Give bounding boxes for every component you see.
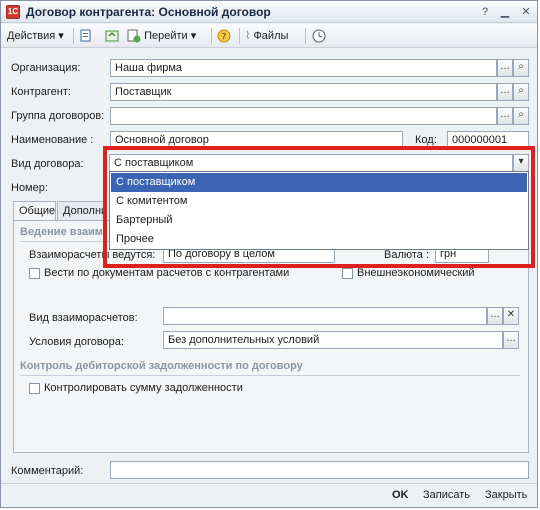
settlements-section-title: Ведение взаим: [20, 226, 103, 238]
comment-label: Комментарий:: [11, 465, 84, 477]
help-icon[interactable]: ?: [217, 28, 231, 44]
footer-bar: OK Записать Закрыть: [1, 483, 537, 507]
group-label: Группа договоров:: [11, 110, 105, 122]
toolbar: Действия ▾ Перейти ▾ ? ⌇ Файлы: [1, 24, 537, 48]
number-label: Номер:: [11, 182, 48, 194]
dropdown-arrow-icon: ▾: [190, 30, 197, 42]
code-label: Код:: [415, 134, 437, 146]
foreign-checkbox[interactable]: [342, 268, 353, 279]
section-divider: [20, 375, 520, 376]
group-select-button[interactable]: …: [497, 107, 513, 125]
contractor-label: Контрагент:: [11, 86, 71, 98]
highlight-frame: [103, 146, 535, 268]
paperclip-icon: ⌇: [245, 30, 251, 42]
settlement-type-field[interactable]: [163, 307, 487, 325]
close-icon[interactable]: ✕: [518, 5, 534, 19]
org-label: Организация:: [11, 62, 81, 74]
group-field[interactable]: [110, 107, 497, 125]
conditions-label: Условия договора:: [29, 336, 124, 348]
close-button[interactable]: Закрыть: [485, 489, 527, 501]
title-bar: 1С Договор контрагента: Основной договор…: [1, 1, 537, 23]
control-debt-checkbox[interactable]: [29, 383, 40, 394]
files-button[interactable]: ⌇ Файлы: [245, 28, 288, 44]
settlement-type-label: Вид взаиморасчетов:: [29, 312, 138, 324]
separator: [239, 28, 240, 44]
contractor-field[interactable]: Поставщик: [110, 83, 497, 101]
debt-section-title: Контроль дебиторской задолженности по до…: [20, 360, 303, 372]
actions-label: Действия: [7, 30, 56, 42]
actions-menu[interactable]: Действия ▾: [7, 28, 64, 44]
help-title-icon[interactable]: ?: [477, 5, 493, 19]
ok-button[interactable]: OK: [392, 489, 409, 501]
clock-icon[interactable]: [312, 28, 326, 44]
org-search-icon[interactable]: ⌕: [513, 59, 529, 77]
name-label: Наименование :: [11, 134, 94, 146]
conditions-field[interactable]: Без дополнительных условий: [163, 331, 503, 349]
save-button[interactable]: Записать: [423, 489, 470, 501]
foreign-label: Внешнеэкономический: [357, 267, 475, 279]
type-label: Вид договора:: [11, 158, 84, 170]
separator: [211, 28, 212, 44]
org-select-button[interactable]: …: [497, 59, 513, 77]
settlement-type-clear-icon[interactable]: ✕: [503, 307, 519, 325]
contractor-search-icon[interactable]: ⌕: [513, 83, 529, 101]
tab-additional[interactable]: Дополни: [57, 201, 107, 221]
separator: [73, 28, 74, 44]
control-debt-label: Контролировать сумму задолженности: [44, 382, 243, 394]
tab-general[interactable]: Общие: [13, 201, 56, 222]
window-title: Договор контрагента: Основной договор: [26, 5, 271, 19]
contractor-select-button[interactable]: …: [497, 83, 513, 101]
comment-field[interactable]: [110, 461, 529, 479]
refresh-icon[interactable]: [105, 28, 119, 44]
dropdown-arrow-icon: ▾: [58, 30, 64, 42]
group-search-icon[interactable]: ⌕: [513, 107, 529, 125]
contract-window: 1С Договор контрагента: Основной договор…: [0, 0, 538, 508]
org-field[interactable]: Наша фирма: [110, 59, 497, 77]
files-label: Файлы: [253, 30, 289, 42]
new-copy-icon[interactable]: [79, 28, 93, 44]
by-docs-label: Вести по документам расчетов с контраген…: [44, 267, 290, 279]
svg-text:?: ?: [222, 33, 227, 43]
settlement-type-select-button[interactable]: …: [487, 307, 503, 325]
conditions-select-button[interactable]: …: [503, 331, 519, 349]
app-icon: 1С: [6, 5, 20, 19]
by-docs-checkbox[interactable]: [29, 268, 40, 279]
goto-label: Перейти: [144, 30, 188, 42]
separator: [305, 28, 306, 44]
goto-menu[interactable]: Перейти ▾: [127, 28, 196, 44]
minimize-icon[interactable]: ▁: [497, 5, 513, 19]
